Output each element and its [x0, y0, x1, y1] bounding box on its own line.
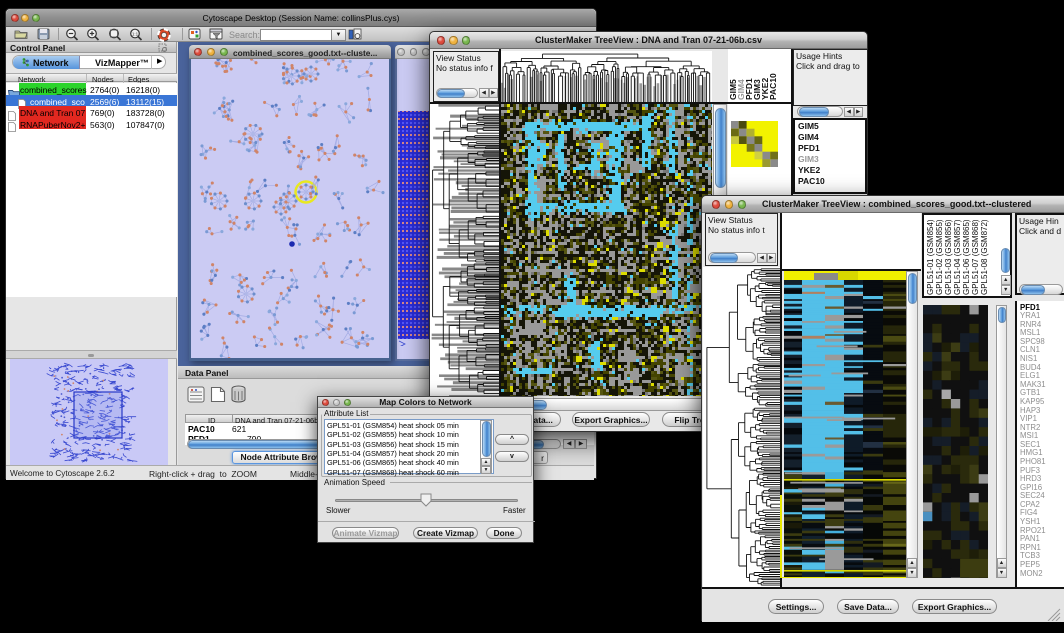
svg-text:PAC10: PAC10	[768, 73, 778, 100]
svg-text:GPL51-07 (GSM868): GPL51-07 (GSM868)	[971, 219, 980, 295]
svg-text:GPL51-06 (GSM865): GPL51-06 (GSM865)	[962, 219, 971, 295]
svg-text:GPL51-04 (GSM857): GPL51-04 (GSM857)	[953, 219, 962, 295]
svg-text:GPL51-01 (GSM854): GPL51-01 (GSM854)	[926, 219, 935, 295]
svg-text:1:1: 1:1	[132, 32, 139, 37]
svg-text:GPL51-08 (GSM872): GPL51-08 (GSM872)	[980, 219, 989, 295]
svg-text:GPL51-03 (GSM856): GPL51-03 (GSM856)	[944, 219, 953, 295]
svg-text:GPL51-02 (GSM855): GPL51-02 (GSM855)	[935, 219, 944, 295]
